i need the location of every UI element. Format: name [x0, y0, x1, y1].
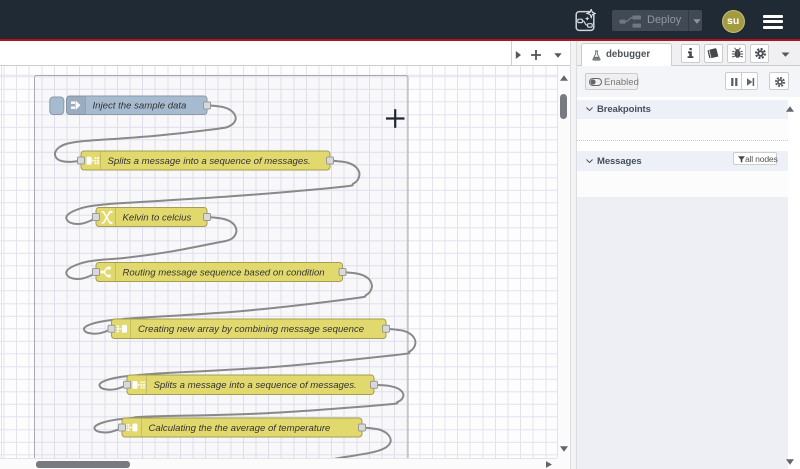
svg-text:Kelvin to celcius: Kelvin to celcius [123, 212, 192, 223]
svg-text:Inject the sample data: Inject the sample data [93, 101, 187, 112]
svg-text:Splits a message into a sequen: Splits a message into a sequence of mess… [154, 380, 357, 391]
svg-text:Splits a message into a sequen: Splits a message into a sequence of mess… [108, 156, 311, 167]
svg-text:Routing message sequence based: Routing message sequence based on condit… [123, 267, 325, 278]
svg-text:Creating new array by combinin: Creating new array by combining message … [138, 324, 364, 335]
svg-text:Calculating the the average of: Calculating the the average of temperatu… [149, 423, 331, 434]
